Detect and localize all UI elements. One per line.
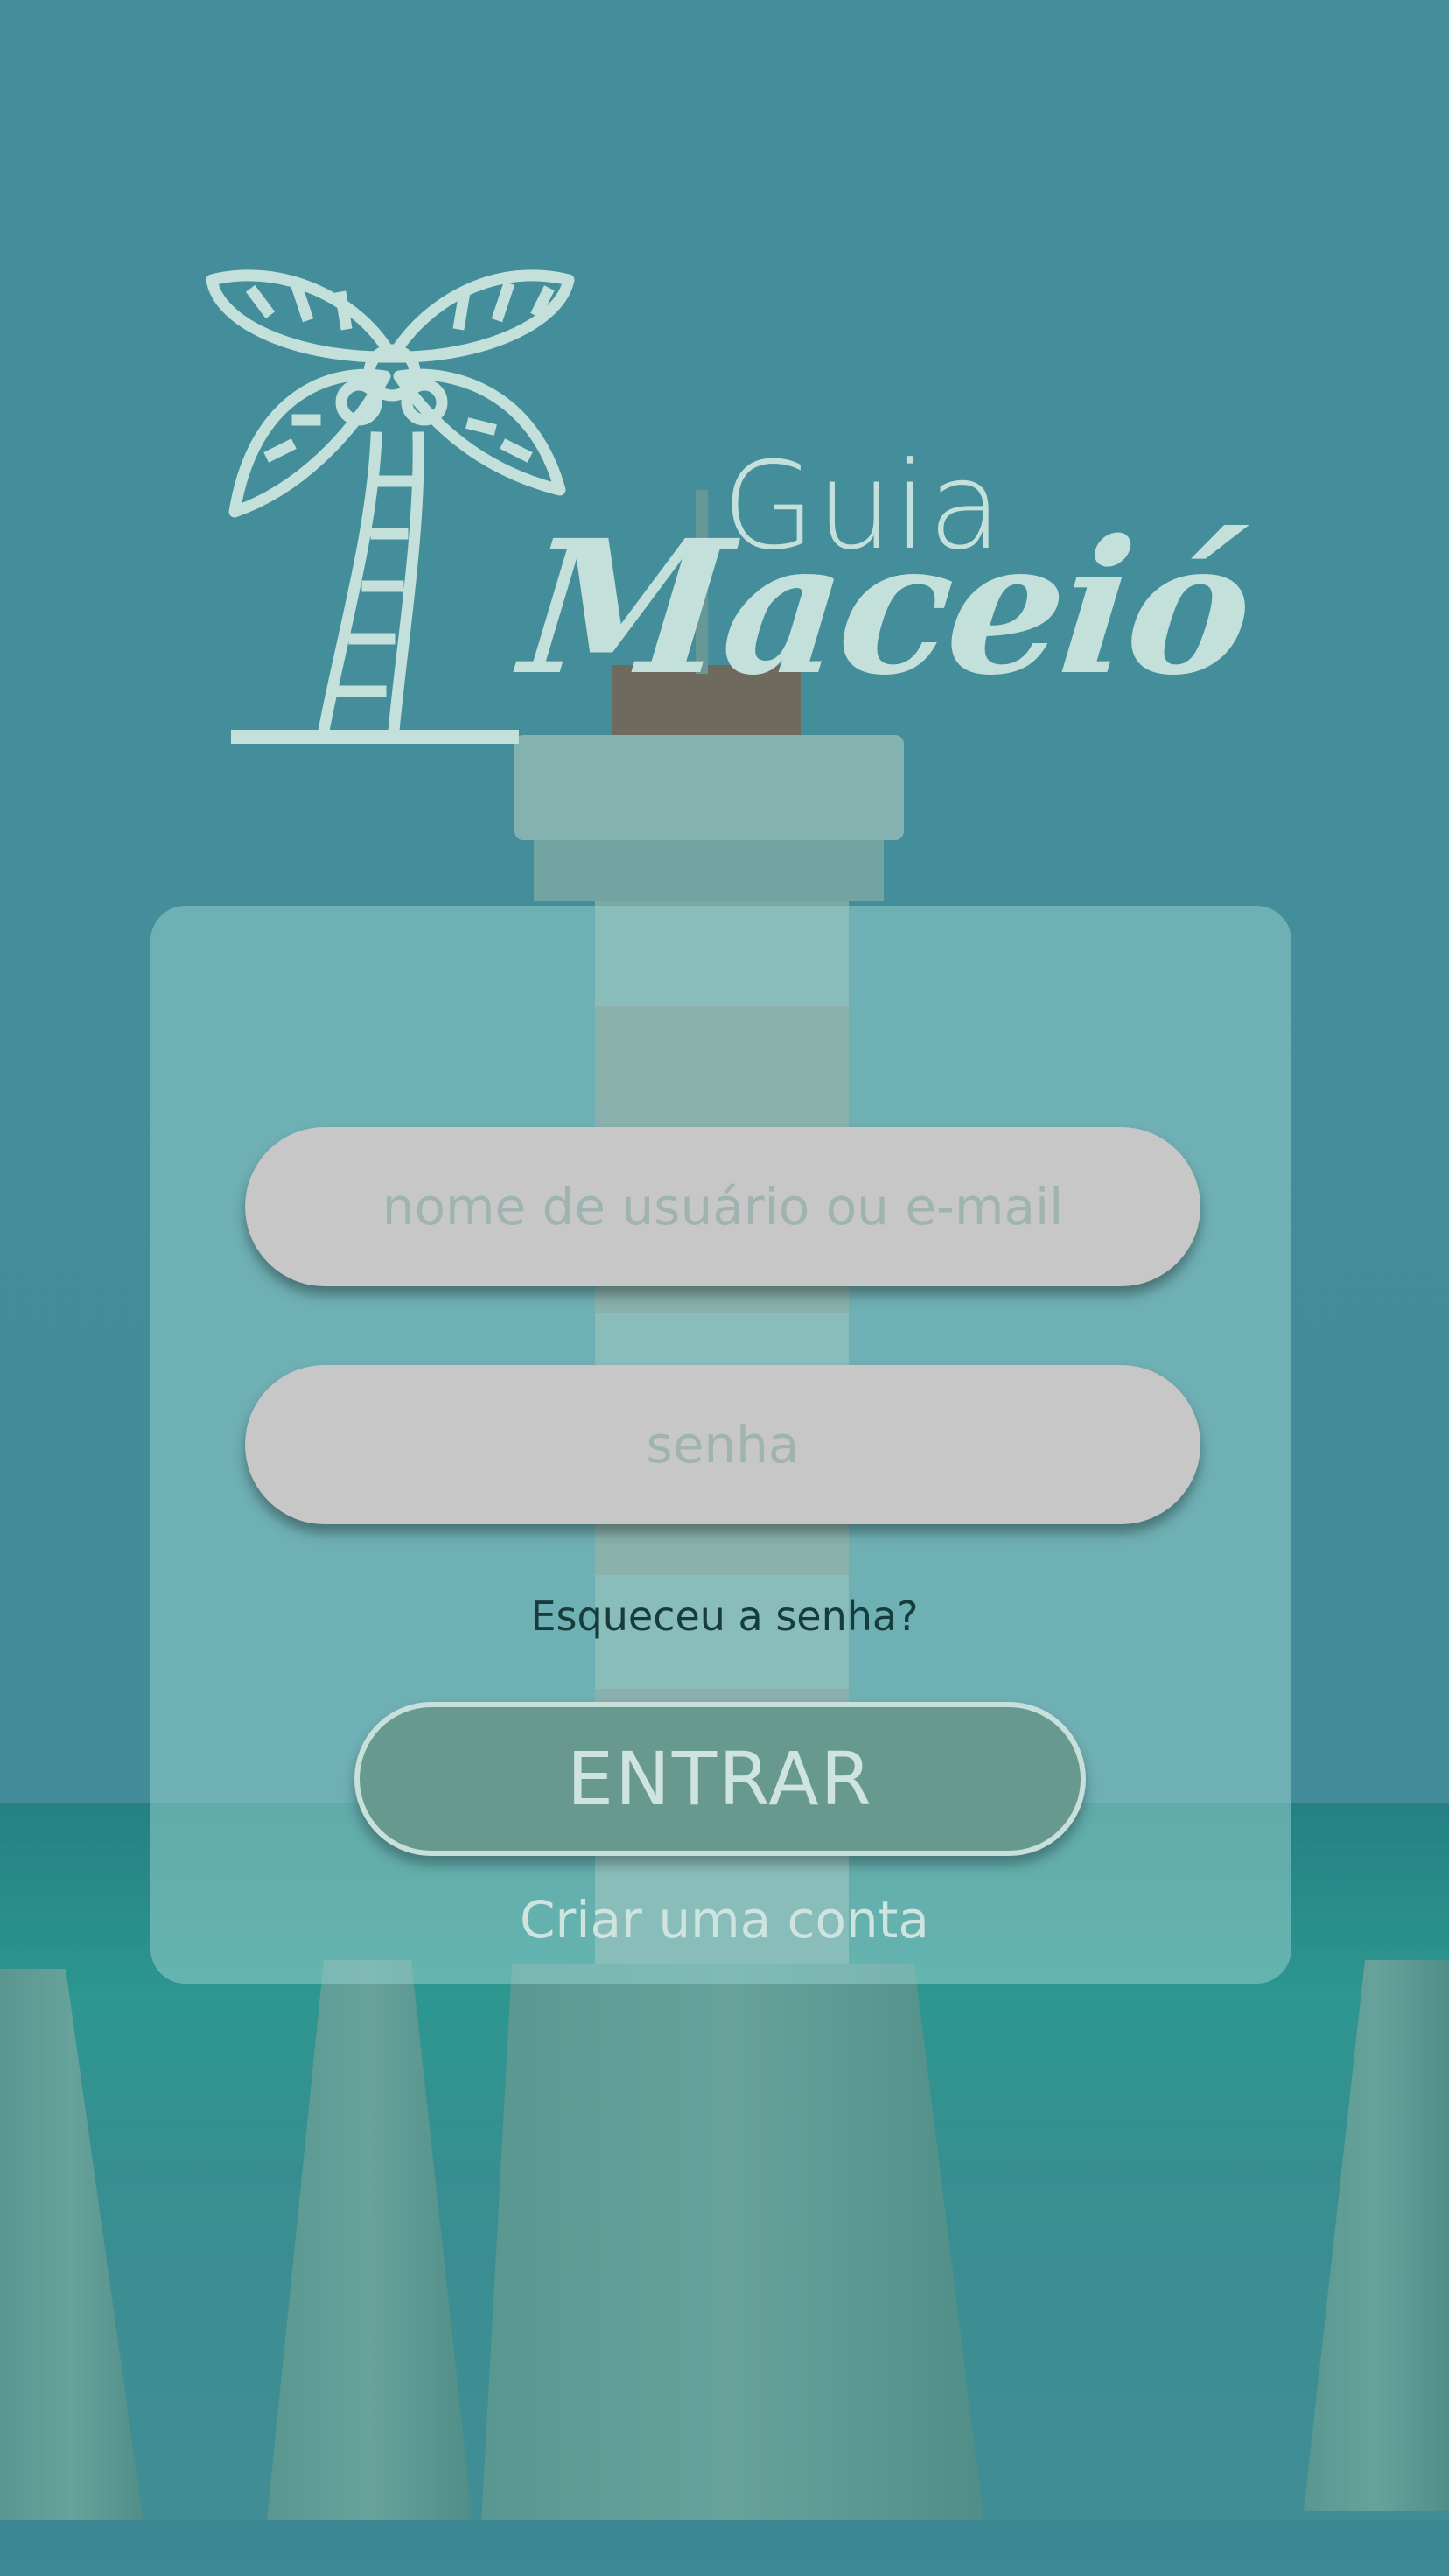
username-input[interactable]: nome de usuário ou e-mail — [245, 1127, 1200, 1286]
password-placeholder: senha — [646, 1415, 800, 1474]
create-account-link[interactable]: Criar uma conta — [0, 1890, 1449, 1950]
username-placeholder: nome de usuário ou e-mail — [382, 1177, 1064, 1236]
logo-title-maceio: Maceió — [514, 500, 1259, 716]
forgot-password-link[interactable]: Esqueceu a senha? — [0, 1592, 1449, 1640]
enter-button[interactable]: ENTRAR — [354, 1702, 1086, 1856]
password-input[interactable]: senha — [245, 1365, 1200, 1524]
